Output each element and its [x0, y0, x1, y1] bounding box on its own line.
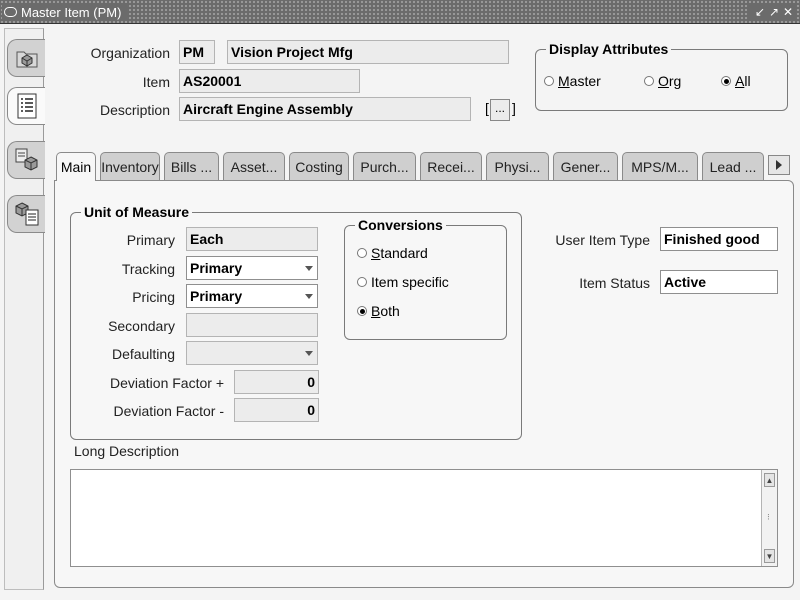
radio-item-specific-label: Item specific [371, 274, 449, 290]
radio-all-label: All [735, 73, 751, 89]
organization-name-field[interactable]: Vision Project Mfg [227, 40, 509, 64]
uom-secondary-field[interactable] [186, 313, 318, 337]
item-status-field[interactable]: Active [660, 270, 778, 294]
conversions-title: Conversions [355, 217, 446, 233]
uom-primary-field[interactable]: Each [186, 227, 318, 251]
main-tab-panel: Unit of Measure Primary Each Tracking Pr… [54, 180, 794, 588]
radio-master-label: Master [558, 73, 601, 89]
scroll-down-icon[interactable]: ▼ [764, 549, 775, 563]
uom-secondary-label: Secondary [108, 318, 175, 334]
unit-of-measure-title: Unit of Measure [81, 204, 193, 220]
radio-org-dot[interactable] [644, 76, 654, 86]
radio-item-specific-dot[interactable] [357, 277, 367, 287]
window-title: Master Item (PM) [21, 4, 122, 20]
uom-tracking-label: Tracking [121, 261, 175, 277]
organization-code-field[interactable]: PM [179, 40, 215, 64]
tab-general[interactable]: Gener... [553, 152, 618, 180]
window-controls: ↙ ↗ ✕ [748, 3, 796, 21]
deviation-minus-field[interactable]: 0 [234, 398, 319, 422]
cube-list-icon [15, 202, 38, 226]
left-navigator [4, 28, 45, 590]
organization-label: Organization [90, 45, 170, 61]
scroll-grip-icon[interactable]: ⁝ [767, 512, 770, 523]
long-description-label: Long Description [74, 443, 180, 459]
description-label: Description [99, 102, 170, 118]
user-item-type-field[interactable]: Finished good [660, 227, 778, 251]
uom-tracking-select[interactable]: Primary [186, 256, 318, 280]
chevron-right-icon [776, 160, 782, 170]
oracle-app-icon [4, 7, 17, 17]
item-cubes-icon [15, 148, 37, 171]
nav-tab-items[interactable] [7, 141, 45, 179]
description-field[interactable]: Aircraft Engine Assembly [179, 97, 471, 121]
deviation-minus-label: Deviation Factor - [113, 403, 224, 419]
radio-both-label: Both [371, 303, 400, 319]
deviation-plus-label: Deviation Factor + [110, 375, 224, 391]
unit-of-measure-group: Unit of Measure Primary Each Tracking Pr… [70, 204, 522, 440]
radio-master[interactable]: Master [544, 73, 601, 89]
tab-bar: Main Inventory Bills ... Asset... Costin… [54, 152, 794, 182]
display-attributes-title: Display Attributes [546, 41, 672, 57]
item-status-label: Item Status [579, 275, 650, 291]
radio-standard-label: Standard [371, 245, 428, 261]
window-title-bar[interactable]: Master Item (PM) ↙ ↗ ✕ [0, 0, 800, 24]
uom-defaulting-select[interactable] [186, 341, 318, 365]
uom-pricing-select[interactable]: Primary [186, 284, 318, 308]
tab-main[interactable]: Main [56, 152, 96, 181]
maximize-icon[interactable]: ↗ [768, 5, 780, 19]
tab-physical[interactable]: Physi... [486, 152, 549, 180]
folder-cube-icon [16, 51, 37, 68]
deviation-plus-field[interactable]: 0 [234, 370, 319, 394]
item-label: Item [142, 74, 170, 90]
uom-pricing-value: Primary [190, 288, 243, 304]
tab-inventory[interactable]: Inventory [100, 152, 160, 180]
uom-tracking-value: Primary [190, 260, 243, 276]
bracket-open: [ [485, 100, 489, 116]
radio-org[interactable]: Org [644, 73, 681, 89]
tab-receiving[interactable]: Recei... [420, 152, 482, 180]
chevron-down-icon[interactable] [305, 351, 313, 356]
tab-scroll-right-button[interactable] [768, 155, 790, 175]
chevron-down-icon[interactable] [305, 294, 313, 299]
tab-purchasing[interactable]: Purch... [353, 152, 416, 180]
scroll-up-icon[interactable]: ▲ [764, 473, 775, 487]
chevron-down-icon[interactable] [305, 266, 313, 271]
radio-org-label: Org [658, 73, 682, 89]
conversions-group: Conversions Standard Item specific Both [344, 217, 507, 340]
radio-standard-dot[interactable] [357, 248, 367, 258]
tab-costing[interactable]: Costing [289, 152, 349, 180]
bracket-close: ] [512, 100, 516, 116]
item-field[interactable]: AS20001 [179, 69, 360, 93]
radio-item-specific[interactable]: Item specific [357, 274, 449, 290]
user-item-type-label: User Item Type [555, 232, 650, 248]
tab-lead-times[interactable]: Lead ... [702, 152, 764, 180]
close-icon[interactable]: ✕ [782, 5, 794, 19]
radio-both[interactable]: Both [357, 303, 400, 319]
uom-primary-label: Primary [126, 232, 175, 248]
nav-tab-folder[interactable] [7, 39, 45, 77]
title-wrap: Master Item (PM) [2, 3, 128, 21]
display-attributes-group: Display Attributes Master Org All [535, 41, 788, 111]
description-editor-button[interactable]: ... [490, 99, 510, 121]
nav-tab-list[interactable] [7, 87, 45, 125]
uom-defaulting-label: Defaulting [111, 346, 175, 362]
nav-tab-cube-list[interactable] [7, 195, 45, 233]
radio-all[interactable]: All [721, 73, 751, 89]
tab-bills[interactable]: Bills ... [164, 152, 219, 180]
uom-pricing-label: Pricing [132, 289, 175, 305]
minimize-icon[interactable]: ↙ [754, 5, 766, 19]
radio-standard[interactable]: Standard [357, 245, 428, 261]
radio-both-dot[interactable] [357, 306, 367, 316]
tab-mps-mrp[interactable]: MPS/M... [622, 152, 698, 180]
list-icon [17, 93, 36, 119]
tab-asset[interactable]: Asset... [223, 152, 285, 180]
long-description-scrollbar[interactable]: ▲ ⁝ ▼ [761, 470, 777, 566]
radio-master-dot[interactable] [544, 76, 554, 86]
long-description-textarea[interactable]: ▲ ⁝ ▼ [70, 469, 778, 567]
radio-all-dot[interactable] [721, 76, 731, 86]
